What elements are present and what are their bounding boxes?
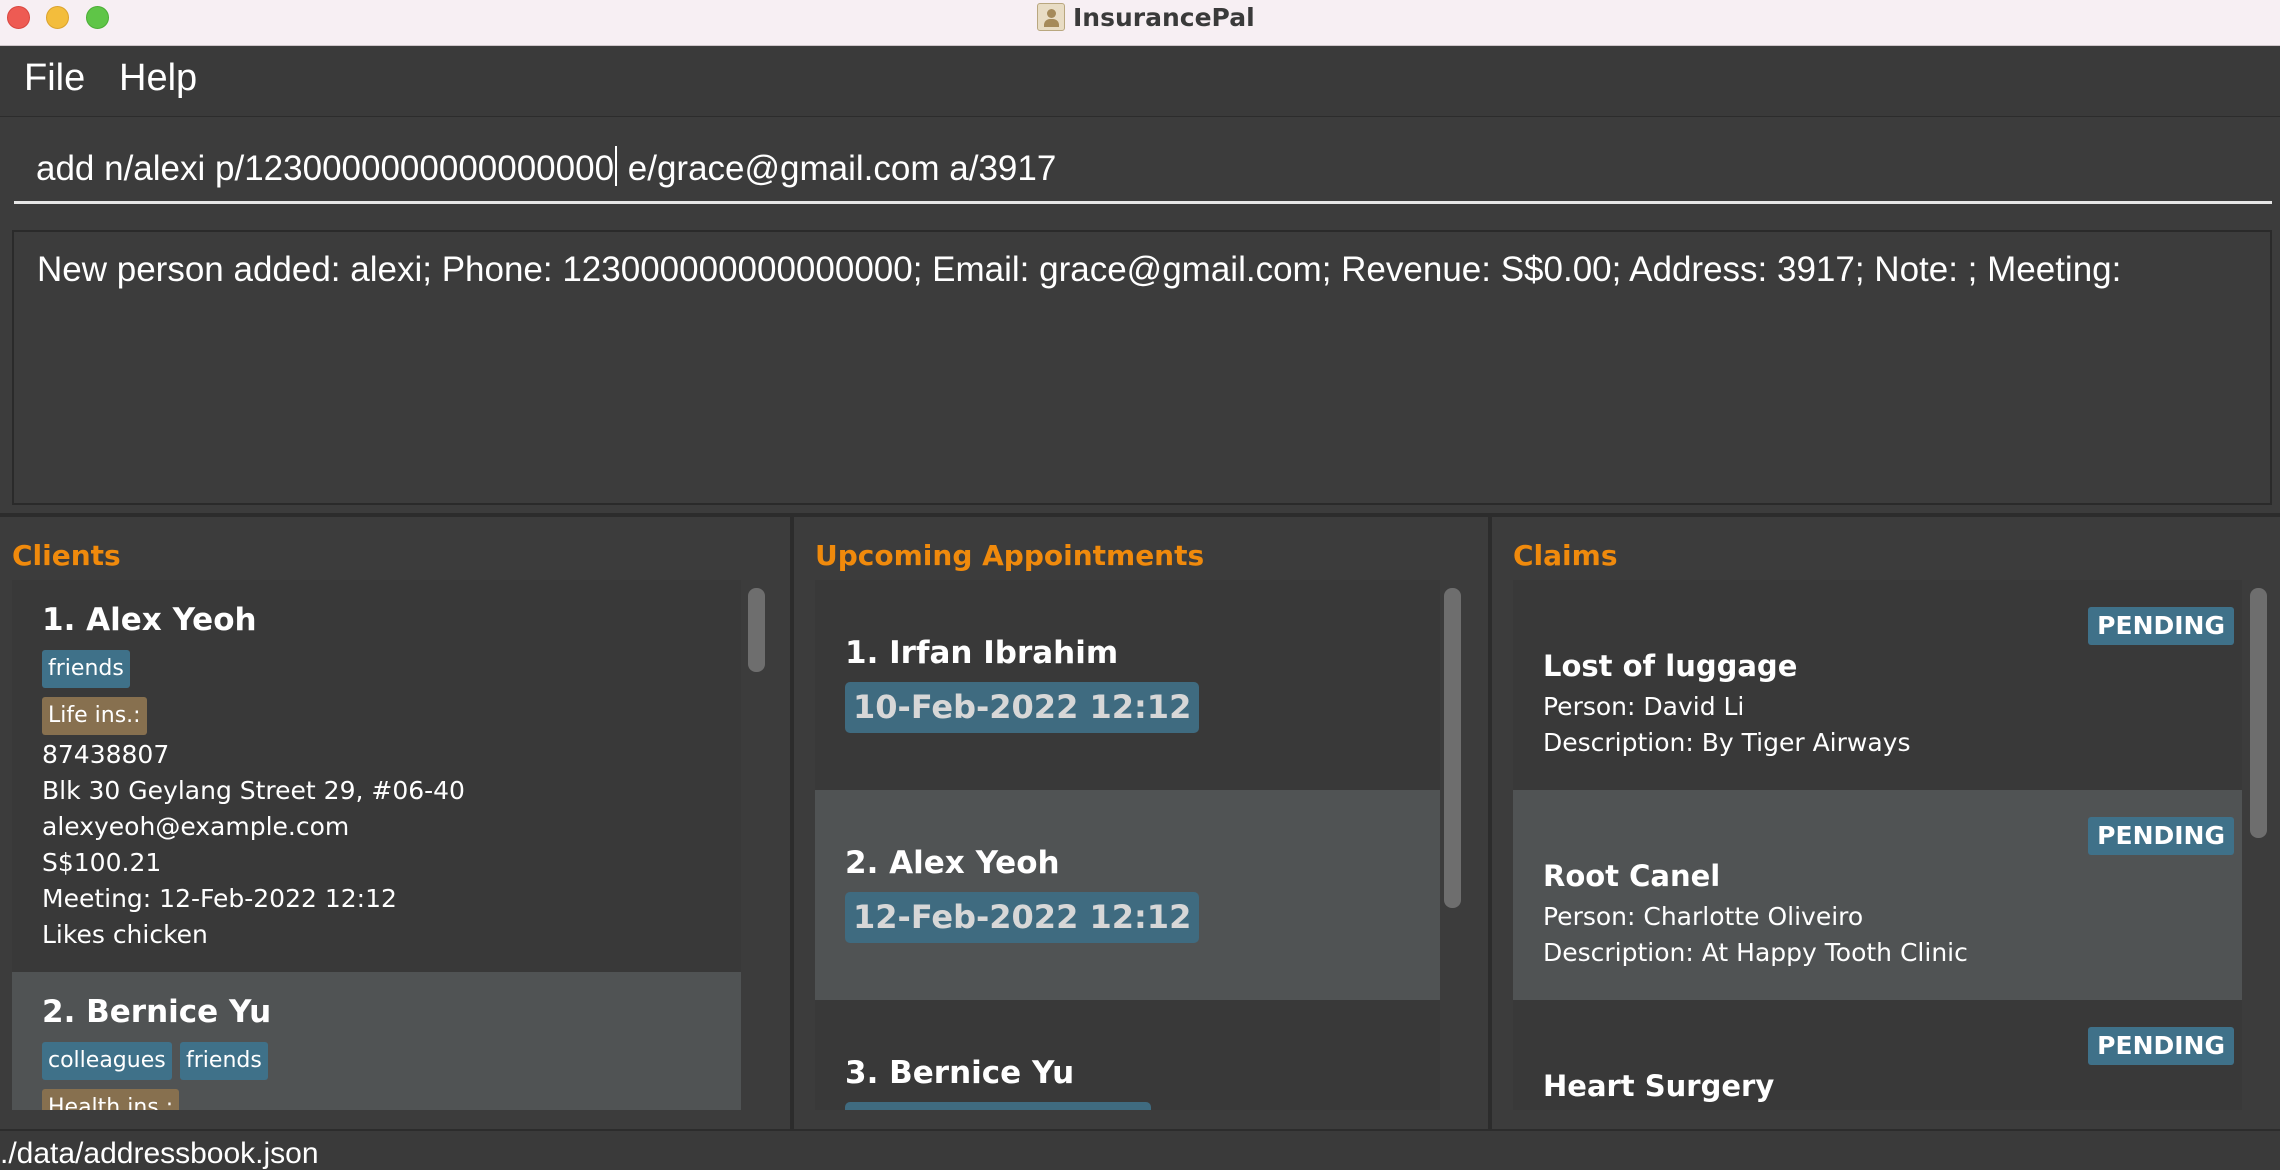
app-person-icon bbox=[1037, 3, 1065, 31]
claim-card[interactable]: PENDING Root Canel Person: Charlotte Oli… bbox=[1513, 790, 2242, 1000]
client-meeting: Meeting: 12-Feb-2022 12:12 bbox=[42, 884, 397, 913]
claim-status-badge: PENDING bbox=[2088, 817, 2234, 855]
claim-card[interactable]: PENDING Lost of luggage Person: David Li… bbox=[1513, 580, 2242, 790]
client-tag: friends bbox=[180, 1042, 268, 1080]
client-email: alexyeoh@example.com bbox=[42, 812, 350, 841]
command-input-text[interactable]: add n/alexi p/1230000000000000000 e/grac… bbox=[36, 146, 1056, 189]
claim-status-badge: PENDING bbox=[2088, 1027, 2234, 1065]
claims-list[interactable]: PENDING Lost of luggage Person: David Li… bbox=[1513, 580, 2242, 1110]
status-bar: ./data/addressbook.json bbox=[0, 1129, 2280, 1170]
appointments-scrollbar[interactable] bbox=[1444, 588, 1461, 908]
appointment-card[interactable]: 2. Alex Yeoh 12-Feb-2022 12:12 bbox=[815, 790, 1440, 1000]
appointment-card[interactable]: 1. Irfan Ibrahim 10-Feb-2022 12:12 bbox=[815, 580, 1440, 790]
appointment-client-name: 1. Irfan Ibrahim bbox=[845, 635, 1119, 671]
menu-help[interactable]: Help bbox=[119, 57, 197, 100]
clients-panel: Clients 1. Alex Yeoh friends Life ins.: … bbox=[0, 517, 790, 1129]
claim-status-badge: PENDING bbox=[2088, 607, 2234, 645]
result-message: New person added: alexi; Phone: 12300000… bbox=[37, 250, 2122, 289]
claim-title: Heart Surgery bbox=[1543, 1069, 1775, 1103]
client-phone: 87438807 bbox=[42, 740, 170, 769]
appointment-date: 12-Feb-2022 12:12 bbox=[845, 892, 1200, 943]
appointments-title: Upcoming Appointments bbox=[815, 539, 1205, 572]
window-title: InsurancePal bbox=[1073, 2, 1255, 32]
minimize-window-button[interactable] bbox=[46, 6, 69, 29]
zoom-window-button[interactable] bbox=[86, 6, 109, 29]
claim-person: Person: Charlotte Oliveiro bbox=[1543, 902, 1864, 931]
appointments-panel: Upcoming Appointments 1. Irfan Ibrahim 1… bbox=[794, 517, 1488, 1129]
insurance-tag: Life ins.: bbox=[42, 697, 147, 735]
client-card[interactable]: 2. Bernice Yu colleagues friends Health … bbox=[12, 972, 741, 1110]
save-location: ./data/addressbook.json bbox=[0, 1137, 319, 1170]
command-text-after-caret: e/grace@gmail.com a/3917 bbox=[618, 149, 1057, 188]
title-bar: InsurancePal bbox=[0, 0, 2280, 46]
appointments-list[interactable]: 1. Irfan Ibrahim 10-Feb-2022 12:12 2. Al… bbox=[815, 580, 1440, 1110]
claim-description: Description: By Tiger Airways bbox=[1543, 728, 1911, 757]
menu-file[interactable]: File bbox=[24, 57, 85, 100]
result-display: New person added: alexi; Phone: 12300000… bbox=[12, 230, 2272, 505]
close-window-button[interactable] bbox=[7, 6, 30, 29]
appointment-client-name: 3. Bernice Yu bbox=[845, 1055, 1075, 1091]
insurance-tag: Health ins.: bbox=[42, 1089, 180, 1110]
clients-scrollbar[interactable] bbox=[748, 588, 765, 672]
claim-title: Lost of luggage bbox=[1543, 649, 1798, 683]
menu-bar: File Help bbox=[0, 47, 2280, 117]
claim-title: Root Canel bbox=[1543, 859, 1721, 893]
appointment-date: 10-Feb-2022 12:12 bbox=[845, 682, 1200, 733]
claims-scrollbar[interactable] bbox=[2250, 588, 2267, 838]
claim-card[interactable]: PENDING Heart Surgery bbox=[1513, 1000, 2242, 1110]
clients-list[interactable]: 1. Alex Yeoh friends Life ins.: 87438807… bbox=[12, 580, 741, 1110]
client-card[interactable]: 1. Alex Yeoh friends Life ins.: 87438807… bbox=[12, 580, 741, 972]
client-revenue: S$100.21 bbox=[42, 848, 162, 877]
appointment-date bbox=[845, 1102, 1151, 1110]
claims-title: Claims bbox=[1513, 539, 1618, 572]
client-name: 2. Bernice Yu bbox=[42, 994, 272, 1030]
window-title-group: InsurancePal bbox=[1037, 2, 1255, 32]
client-tag: colleagues bbox=[42, 1042, 172, 1080]
clients-title: Clients bbox=[12, 539, 121, 572]
client-tag: friends bbox=[42, 650, 130, 688]
client-address: Blk 30 Geylang Street 29, #06-40 bbox=[42, 776, 465, 805]
claims-panel: Claims PENDING Lost of luggage Person: D… bbox=[1492, 517, 2280, 1129]
client-name: 1. Alex Yeoh bbox=[42, 602, 257, 638]
text-caret bbox=[615, 146, 618, 186]
claim-person: Person: David Li bbox=[1543, 692, 1745, 721]
appointment-client-name: 2. Alex Yeoh bbox=[845, 845, 1060, 881]
command-input[interactable]: add n/alexi p/1230000000000000000 e/grac… bbox=[14, 130, 2272, 204]
appointment-card[interactable]: 3. Bernice Yu bbox=[815, 1000, 1440, 1110]
client-note: Likes chicken bbox=[42, 920, 208, 949]
claim-description: Description: At Happy Tooth Clinic bbox=[1543, 938, 1968, 967]
command-text-before-caret: add n/alexi p/1230000000000000000 bbox=[36, 149, 615, 188]
